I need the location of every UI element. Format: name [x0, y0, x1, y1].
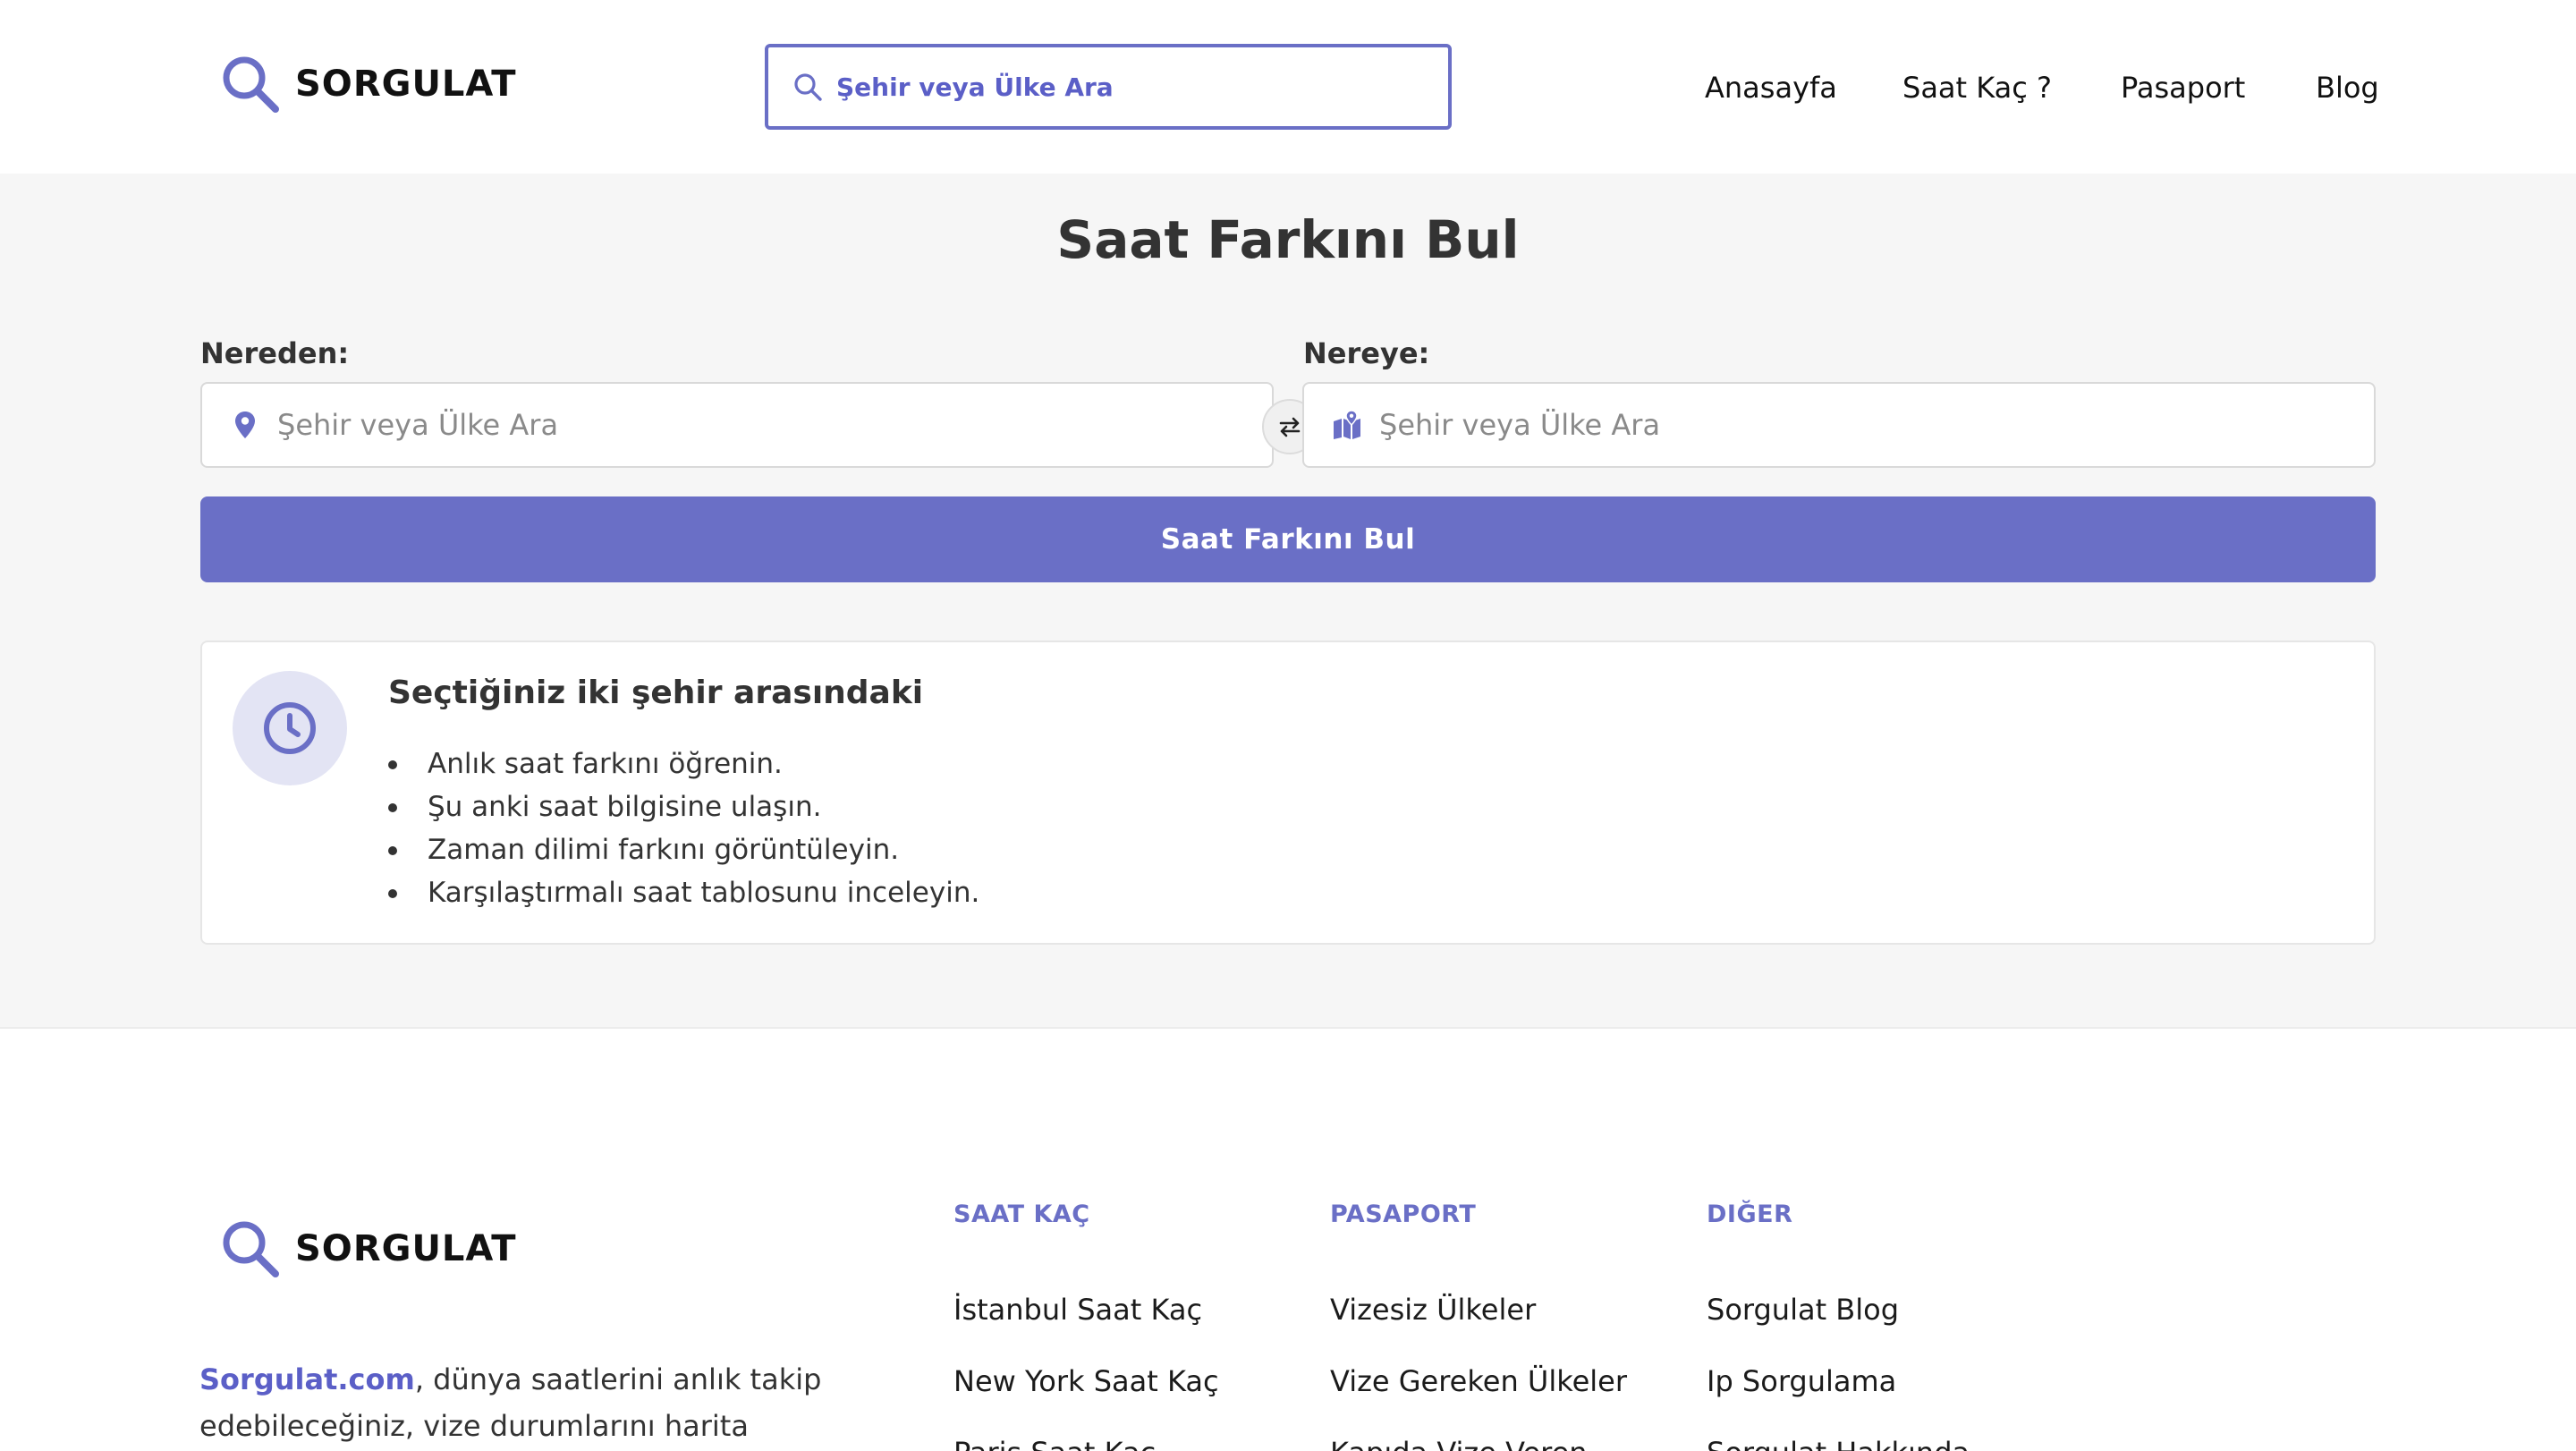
info-card: Seçtiğiniz iki şehir arasındaki Anlık sa… — [200, 641, 2376, 945]
header-search[interactable] — [765, 44, 1452, 130]
footer-link[interactable]: Paris Saat Kaç — [953, 1417, 1219, 1451]
footer-link[interactable]: Vizesiz Ülkeler — [1330, 1274, 1627, 1345]
search-icon — [223, 56, 279, 113]
nav-label[interactable]: Blog — [2316, 71, 2379, 105]
footer-column-heading: DIĞER — [1707, 1201, 1793, 1228]
swap-arrows-icon — [1279, 417, 1301, 437]
footer-column-heading: PASAPORT — [1330, 1201, 1477, 1228]
footer-column-pasaport: PASAPORT Vizesiz Ülkeler Vize Gereken Ül… — [1330, 1201, 1627, 1451]
info-icon-circle — [233, 671, 347, 785]
info-list: Anlık saat farkını öğrenin. Şu anki saat… — [388, 742, 979, 914]
footer-column-diger: DIĞER Sorgulat Blog Ip Sorgulama Sorgula… — [1707, 1201, 1970, 1451]
nav-label[interactable]: Pasaport — [2121, 71, 2245, 105]
site-footer: SORGULAT Sorgulat.com, dünya saatlerini … — [0, 1031, 2576, 1451]
nav-saat-kac[interactable]: Saat Kaç ? — [1902, 64, 2052, 111]
footer-column-heading: SAAT KAÇ — [953, 1201, 1090, 1228]
footer-link[interactable]: New York Saat Kaç — [953, 1345, 1219, 1417]
list-item: Zaman dilimi farkını görüntüleyin. — [388, 828, 979, 871]
clock-icon — [264, 702, 316, 754]
site-logo[interactable]: SORGULAT — [218, 52, 517, 116]
footer-description: Sorgulat.com, dünya saatlerini anlık tak… — [199, 1356, 826, 1449]
list-item: Anlık saat farkını öğrenin. — [388, 742, 979, 785]
from-input[interactable] — [277, 408, 1243, 442]
footer-logo[interactable]: SORGULAT — [218, 1217, 517, 1281]
to-label: Nereye: — [1303, 336, 1430, 370]
info-title: Seçtiğiniz iki şehir arasındaki — [388, 675, 924, 711]
footer-link[interactable]: Ip Sorgulama — [1707, 1345, 1970, 1417]
nav-blog[interactable]: Blog — [2316, 64, 2379, 111]
site-header: SORGULAT Anasayfa Saat Kaç ? Pasaport Bl… — [0, 0, 2576, 174]
footer-brand-link[interactable]: Sorgulat.com — [199, 1362, 415, 1396]
footer-link[interactable]: Vize Gereken Ülkeler — [1330, 1345, 1627, 1417]
logo-text: SORGULAT — [295, 64, 517, 105]
map-pin-icon — [235, 412, 255, 438]
to-field[interactable] — [1302, 382, 2376, 468]
nav-anasayfa[interactable]: Anasayfa — [1705, 64, 1837, 111]
footer-logo-text: SORGULAT — [295, 1228, 517, 1269]
nav-label[interactable]: Anasayfa — [1705, 71, 1837, 105]
footer-column-saat-kac: SAAT KAÇ İstanbul Saat Kaç New York Saat… — [953, 1201, 1219, 1451]
map-icon — [1334, 410, 1360, 439]
to-input[interactable] — [1379, 408, 2345, 442]
search-icon — [794, 73, 822, 101]
find-time-difference-button[interactable]: Saat Farkını Bul — [200, 496, 2376, 582]
header-search-input[interactable] — [836, 72, 1409, 102]
footer-link[interactable]: Kapıda Vize Veren — [1330, 1417, 1627, 1451]
nav-pasaport[interactable]: Pasaport — [2121, 64, 2245, 111]
from-label: Nereden: — [200, 336, 350, 370]
footer-link[interactable]: Sorgulat Blog — [1707, 1274, 1970, 1345]
from-field[interactable] — [200, 382, 1274, 468]
list-item: Şu anki saat bilgisine ulaşın. — [388, 785, 979, 828]
nav-label[interactable]: Saat Kaç ? — [1902, 71, 2052, 105]
page-title: Saat Farkını Bul — [1056, 209, 1520, 270]
list-item: Karşılaştırmalı saat tablosunu inceleyin… — [388, 871, 979, 914]
footer-link[interactable]: İstanbul Saat Kaç — [953, 1274, 1219, 1345]
footer-link[interactable]: Sorgulat Hakkında — [1707, 1417, 1970, 1451]
search-icon — [223, 1221, 279, 1277]
